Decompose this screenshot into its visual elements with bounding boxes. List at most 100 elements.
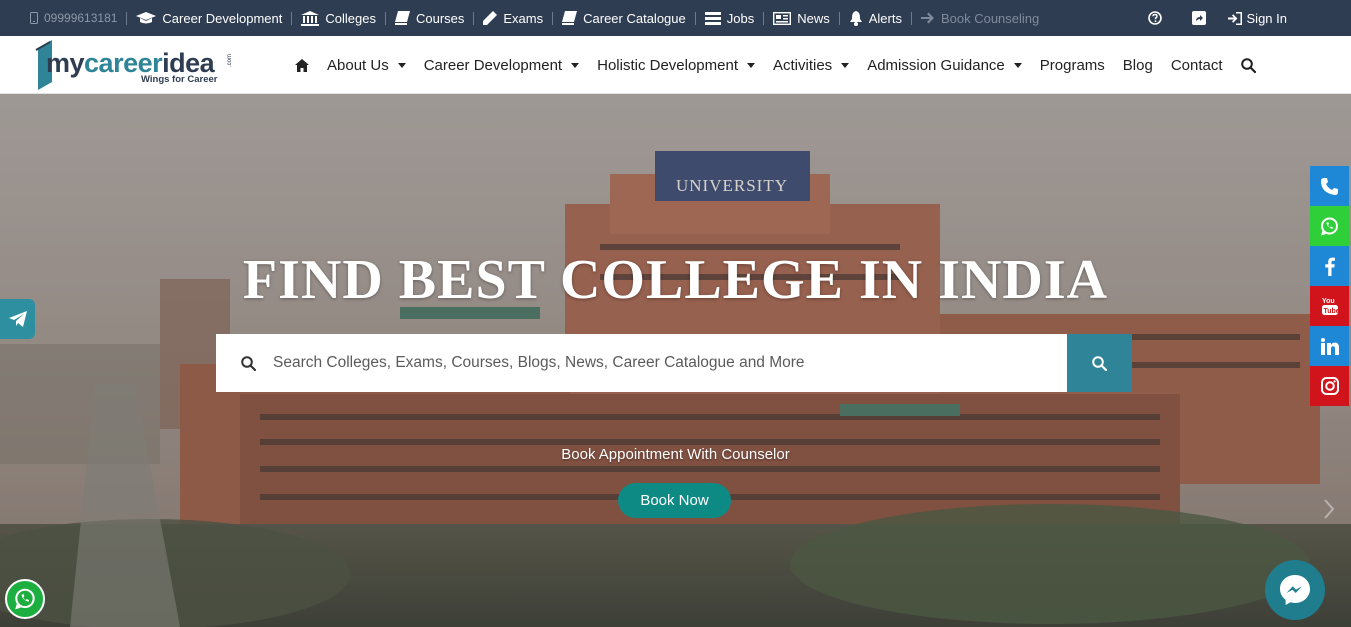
nav-about-us[interactable]: About Us bbox=[327, 57, 406, 74]
sign-in-icon bbox=[1227, 11, 1242, 25]
home-icon bbox=[295, 58, 309, 72]
phone-share-button[interactable] bbox=[1310, 166, 1349, 206]
sign-in-link[interactable]: Sign In bbox=[1227, 10, 1287, 26]
topbar-link-career-development[interactable]: Career Development bbox=[136, 11, 282, 26]
nav-programs[interactable]: Programs bbox=[1040, 57, 1105, 74]
nav-label: Contact bbox=[1170, 56, 1223, 74]
topbar-link-alerts[interactable]: Alerts bbox=[849, 10, 902, 26]
whatsapp-share-button[interactable] bbox=[1310, 206, 1349, 246]
divider bbox=[126, 11, 128, 25]
phone-number: 09999613181 bbox=[44, 11, 118, 25]
divider bbox=[838, 11, 840, 25]
chevron-right-icon bbox=[1324, 499, 1335, 519]
sign-in-label: Sign In bbox=[1246, 10, 1287, 26]
list-icon bbox=[704, 11, 721, 25]
nav-label: Blog bbox=[1122, 56, 1153, 74]
instagram-share-button[interactable] bbox=[1310, 366, 1349, 406]
svg-text:Tube: Tube bbox=[1323, 308, 1339, 315]
facebook-share-button[interactable] bbox=[1310, 246, 1349, 286]
linkedin-share-button[interactable] bbox=[1310, 326, 1349, 366]
topbar-link-label: Alerts bbox=[868, 10, 902, 26]
whatsapp-icon bbox=[15, 588, 35, 610]
divider bbox=[384, 11, 386, 25]
nav-blog[interactable]: Blog bbox=[1123, 57, 1153, 74]
topbar-link-jobs[interactable]: Jobs bbox=[704, 10, 755, 26]
linkedin-icon bbox=[1320, 337, 1339, 355]
search-icon bbox=[1092, 355, 1107, 371]
topbar-link-label: Career Catalogue bbox=[583, 10, 686, 26]
bell-icon bbox=[849, 10, 862, 26]
nav-holistic-development[interactable]: Holistic Development bbox=[597, 57, 755, 74]
search-icon bbox=[1240, 57, 1256, 73]
main-header: mycareeridea .com Wings for Career About… bbox=[0, 36, 1351, 94]
topbar-link-colleges[interactable]: Colleges bbox=[301, 10, 376, 26]
mobile-icon bbox=[30, 12, 38, 24]
question-circle-icon[interactable] bbox=[1147, 11, 1162, 25]
topbar-link-label: Exams bbox=[503, 10, 544, 26]
nav-contact[interactable]: Contact bbox=[1171, 57, 1223, 74]
telegram-icon bbox=[8, 311, 27, 327]
facebook-icon bbox=[1324, 257, 1335, 276]
divider bbox=[473, 11, 475, 25]
top-right-actions: Sign In bbox=[1118, 0, 1287, 36]
svg-text:.com: .com bbox=[227, 54, 233, 67]
youtube-share-button[interactable]: You Tube bbox=[1310, 286, 1349, 326]
top-links: 09999613181 Career Development Colleges … bbox=[30, 0, 1048, 36]
instagram-icon bbox=[1320, 377, 1339, 395]
topbar-link-label: News bbox=[797, 10, 830, 26]
nav-career-development[interactable]: Career Development bbox=[423, 56, 580, 74]
book-appointment-text: Book Appointment With Counselor bbox=[561, 446, 790, 463]
nav-label: Holistic Development bbox=[597, 56, 738, 74]
social-sidebar: You Tube bbox=[1310, 166, 1349, 406]
main-nav: About Us Career Development Holistic Dev… bbox=[295, 36, 1274, 94]
search-submit-button[interactable] bbox=[1067, 334, 1132, 392]
arrow-right-icon bbox=[920, 12, 934, 24]
topbar-link-label: Jobs bbox=[726, 10, 755, 26]
chevron-down-icon bbox=[747, 62, 755, 68]
book-now-button[interactable]: Book Now bbox=[618, 483, 731, 518]
chevron-down-icon bbox=[397, 62, 406, 68]
messenger-icon bbox=[1280, 575, 1310, 605]
book-counseling-label: Book Counseling bbox=[940, 10, 1040, 26]
book-counseling-link[interactable]: Book Counseling bbox=[920, 10, 1040, 26]
whatsapp-floating-button[interactable] bbox=[5, 579, 45, 619]
hero-title: FIND BEST COLLEGE IN INDIA bbox=[242, 249, 1109, 311]
topbar-link-courses[interactable]: Courses bbox=[394, 10, 465, 26]
phone-link[interactable]: 09999613181 bbox=[30, 11, 117, 25]
nav-label: Career Development bbox=[423, 56, 563, 74]
slider-next-arrow[interactable] bbox=[1324, 499, 1335, 524]
chevron-down-icon bbox=[571, 62, 580, 68]
topbar-link-label: Colleges bbox=[325, 10, 376, 26]
svg-text:You: You bbox=[1322, 298, 1335, 305]
telegram-side-tab[interactable] bbox=[0, 299, 35, 339]
whatsapp-icon bbox=[1321, 217, 1338, 235]
nav-home[interactable] bbox=[295, 58, 309, 72]
topbar-link-label: Career Development bbox=[162, 10, 283, 26]
newspaper-icon bbox=[773, 11, 792, 25]
topbar-link-career-catalogue[interactable]: Career Catalogue bbox=[562, 11, 686, 26]
share-square-icon[interactable] bbox=[1191, 11, 1206, 25]
youtube-icon: You Tube bbox=[1321, 298, 1339, 315]
divider bbox=[694, 11, 696, 25]
bank-icon bbox=[301, 10, 320, 26]
topbar-link-exams[interactable]: Exams bbox=[483, 11, 543, 26]
divider bbox=[552, 11, 554, 25]
chevron-down-icon bbox=[841, 62, 850, 68]
graduation-cap-icon bbox=[136, 11, 157, 23]
nav-search[interactable] bbox=[1240, 57, 1256, 73]
hero-search-input[interactable] bbox=[273, 354, 1033, 372]
nav-activities[interactable]: Activities bbox=[773, 56, 850, 74]
hero-search-bar bbox=[216, 334, 1132, 392]
topbar-link-label: Courses bbox=[415, 10, 465, 26]
divider bbox=[291, 11, 293, 25]
site-logo[interactable]: mycareeridea .com Wings for Career bbox=[34, 38, 234, 90]
nav-label: Activities bbox=[773, 56, 833, 74]
divider bbox=[910, 11, 912, 25]
messenger-chat-button[interactable] bbox=[1265, 560, 1325, 620]
topbar-link-news[interactable]: News bbox=[773, 11, 830, 26]
nav-label: Admission Guidance bbox=[867, 56, 1005, 74]
top-utility-bar: 09999613181 Career Development Colleges … bbox=[0, 0, 1351, 36]
divider bbox=[763, 11, 765, 25]
book-icon bbox=[394, 11, 410, 25]
nav-admission-guidance[interactable]: Admission Guidance bbox=[867, 57, 1022, 74]
